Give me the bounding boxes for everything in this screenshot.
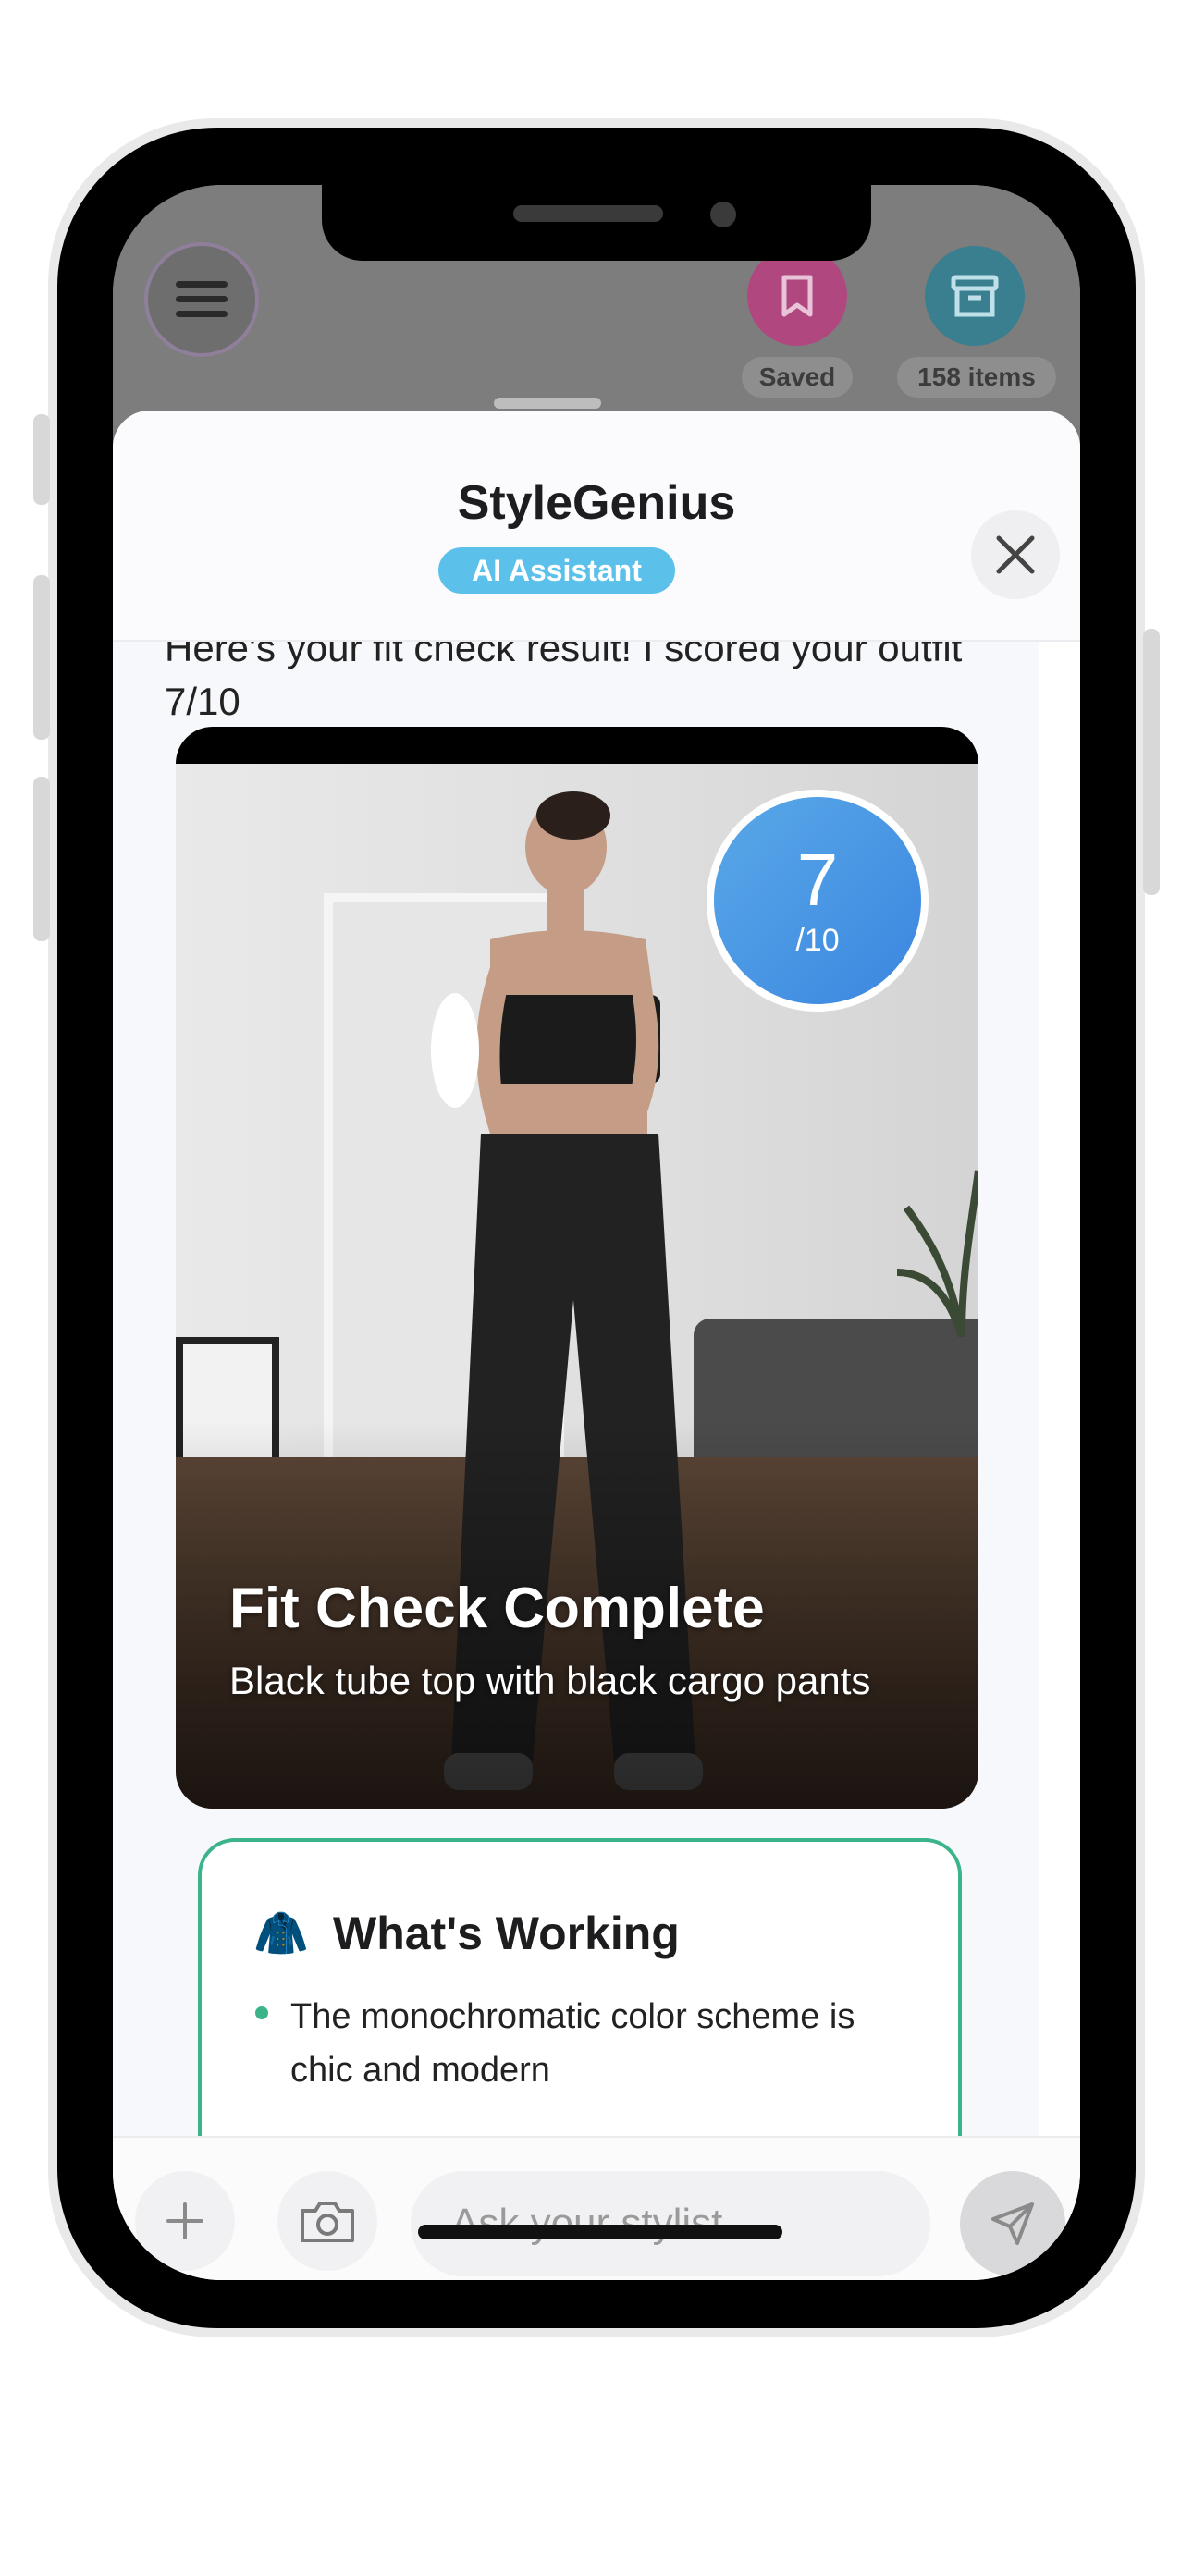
jacket-icon: 🧥	[253, 1909, 309, 1958]
plus-icon	[166, 2202, 203, 2239]
speaker	[513, 205, 663, 222]
saved-button[interactable]	[747, 246, 847, 346]
items-button[interactable]	[925, 246, 1025, 346]
score-value: 7	[796, 838, 839, 921]
phone-side-button	[33, 575, 50, 740]
phone-side-button	[1143, 629, 1160, 895]
whats-working-title: What's Working	[333, 1907, 680, 1959]
phone-notch	[322, 185, 871, 261]
phone-side-button	[33, 414, 50, 505]
card-top-bar	[176, 727, 978, 764]
menu-icon	[176, 281, 228, 317]
assistant-title: StyleGenius	[457, 476, 736, 530]
fit-check-card[interactable]: 7 /10 Fit Check Complete Black tube top …	[176, 727, 978, 1809]
sheet-grab-handle[interactable]	[494, 398, 601, 409]
camera-button[interactable]	[277, 2171, 377, 2271]
close-button[interactable]	[971, 510, 1060, 599]
photo-plant	[897, 1170, 978, 1337]
bookmark-icon	[781, 275, 813, 317]
ask-stylist-input[interactable]	[411, 2171, 930, 2276]
card-title: Fit Check Complete	[229, 1576, 765, 1640]
send-button[interactable]	[960, 2171, 1065, 2276]
front-camera	[710, 202, 736, 227]
assistant-badge: AI Assistant	[438, 547, 675, 594]
score-badge: 7 /10	[707, 790, 929, 1012]
working-bullet: The monochromatic color scheme is chic a…	[290, 1997, 855, 2090]
add-button[interactable]	[135, 2171, 235, 2271]
bullet-dot	[255, 2006, 268, 2019]
assistant-message: Here's your fit check result! I scored y…	[165, 642, 963, 723]
sheet-header: StyleGenius AI Assistant	[113, 411, 1080, 642]
score-denominator: /10	[795, 922, 840, 958]
saved-label: Saved	[742, 357, 853, 398]
close-icon	[996, 535, 1035, 574]
phone-side-button	[33, 777, 50, 941]
items-count-label: 158 items	[897, 357, 1056, 398]
card-description: Black tube top with black cargo pants	[229, 1659, 871, 1702]
camera-icon	[301, 2202, 354, 2242]
assistant-sheet: StyleGenius AI Assistant Here's your fit…	[113, 411, 1080, 2280]
archive-icon	[951, 275, 999, 317]
phone-screen: Saved 158 items StyleGenius AI Assistant	[113, 185, 1080, 2280]
whats-working-card: 🧥 What's Working The monochromatic color…	[198, 1838, 962, 2136]
menu-button[interactable]	[144, 242, 259, 357]
chat-area[interactable]: Here's your fit check result! I scored y…	[113, 642, 1039, 2136]
input-bar	[113, 2136, 1080, 2280]
send-icon	[991, 2202, 1034, 2245]
home-indicator[interactable]	[418, 2225, 782, 2239]
